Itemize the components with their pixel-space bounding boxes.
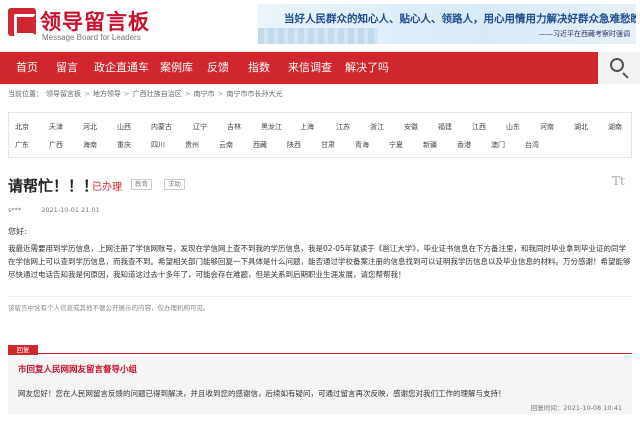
region-list: 北京 天津 河北 山西 内蒙古 辽宁 吉林 黑龙江 上海 江苏 浙江 安徽 福建…	[8, 112, 632, 158]
region-link[interactable]: 上海	[300, 122, 314, 132]
region-link[interactable]: 贵州	[185, 140, 199, 150]
region-link[interactable]: 台湾	[525, 140, 539, 150]
author-name: s***	[8, 206, 22, 214]
banner-quote: 当好人民群众的知心人、贴心人、领路人，用心用情用力解决好群众急难愁盼问题。	[284, 13, 636, 25]
region-link[interactable]: 西藏	[253, 140, 267, 150]
status-badge: 已办理	[92, 182, 122, 193]
search-button[interactable]	[598, 52, 640, 84]
breadcrumb-item-province[interactable]: 广西壮族自治区	[133, 90, 182, 98]
reply-time: 回复时间：2021-10-08 10:41	[530, 404, 622, 412]
reply-tab: 回复	[8, 345, 38, 355]
reply-text: 网友您好！您在人民网留言反馈的问题已得到解决，并且收到您的感谢信，后续如有疑问，…	[18, 389, 506, 398]
breadcrumb-separator: >	[217, 90, 224, 98]
breadcrumb: 当前位置： 领导留言板 > 地方领导 > 广西壮族自治区 > 南宁市 > 南宁市市长孙大光	[8, 89, 286, 99]
nav-item-resolved[interactable]: 解决了吗	[345, 52, 389, 84]
region-link[interactable]: 内蒙古	[151, 122, 172, 132]
nav-item-feedback[interactable]: 反馈	[207, 52, 229, 84]
breadcrumb-label: 当前位置：	[8, 90, 43, 98]
region-link[interactable]: 湖北	[574, 122, 588, 132]
region-link[interactable]: 浙江	[370, 122, 384, 132]
region-link[interactable]: 北京	[15, 122, 29, 132]
region-link[interactable]: 云南	[219, 140, 233, 150]
region-link[interactable]: 甘肃	[321, 140, 335, 150]
main-nav: 首页 留言 政企直通车 案例库 反馈 指数 来信调查 解决了吗	[0, 52, 640, 84]
breadcrumb-item-leader[interactable]: 南宁市市长孙大光	[227, 90, 283, 98]
banner-author: ——习近平在西藏考察时强调	[539, 30, 630, 38]
region-link[interactable]: 重庆	[117, 140, 131, 150]
nav-item-index[interactable]: 指数	[248, 52, 270, 84]
reply-organization: 市回复人民网网友留言督导小组	[18, 365, 138, 375]
region-link[interactable]: 广东	[15, 140, 29, 150]
logo-title[interactable]: 领导留言板	[40, 6, 150, 36]
breadcrumb-separator: >	[84, 90, 90, 98]
breadcrumb-item-city[interactable]: 南宁市	[194, 90, 215, 98]
nav-item-message[interactable]: 留言	[56, 52, 78, 84]
post-time: 2021-10-01 21:01	[41, 206, 100, 214]
nav-item-enterprise[interactable]: 政企直通车	[94, 52, 149, 84]
region-link[interactable]: 海南	[83, 140, 97, 150]
region-link[interactable]: 辽宁	[193, 122, 207, 132]
breadcrumb-separator: >	[184, 90, 191, 98]
breadcrumb-separator: >	[123, 90, 130, 98]
logo-subtitle: Message Board for Leaders	[42, 33, 141, 42]
region-link[interactable]: 四川	[151, 140, 165, 150]
reply-box: 市回复人民网网友留言督导小组 网友您好！您在人民网留言反馈的问题已得到解决，并且…	[8, 356, 632, 414]
region-link[interactable]: 福建	[438, 122, 452, 132]
region-link[interactable]: 澳门	[491, 140, 505, 150]
message-meta: s*** 2021-10-01 21:01	[8, 206, 100, 214]
tag-help[interactable]: 求助	[164, 179, 185, 190]
logo-icon[interactable]	[8, 8, 36, 36]
font-size-icon[interactable]: Tt	[612, 174, 625, 188]
divider	[8, 296, 632, 297]
region-link[interactable]: 青海	[355, 140, 369, 150]
greeting: 您好:	[8, 227, 27, 236]
region-link[interactable]: 江苏	[336, 122, 350, 132]
region-link[interactable]: 新疆	[423, 140, 437, 150]
region-link[interactable]: 广西	[49, 140, 63, 150]
region-link[interactable]: 湖南	[608, 122, 622, 132]
nav-item-home[interactable]: 首页	[16, 52, 38, 84]
region-link[interactable]: 陕西	[287, 140, 301, 150]
message-title: 请帮忙！！！	[8, 177, 99, 195]
region-link[interactable]: 江西	[472, 122, 486, 132]
region-link[interactable]: 安徽	[404, 122, 418, 132]
region-link[interactable]: 香港	[457, 140, 471, 150]
privacy-notice: 该留言中含有个人信息或其他不便公开展示的内容，仅办理机构可见。	[8, 304, 210, 312]
nav-item-survey[interactable]: 来信调查	[288, 52, 332, 84]
message-body: 我最近需要用到学历信息，上网注册了学信网账号，发现在学信网上查不到我的学历信息，…	[8, 244, 631, 279]
search-icon	[610, 58, 624, 72]
tag-education[interactable]: 教育	[131, 179, 152, 190]
region-link[interactable]: 吉林	[227, 122, 241, 132]
region-link[interactable]: 黑龙江	[261, 122, 282, 132]
breadcrumb-item-home[interactable]: 领导留言板	[46, 90, 81, 98]
region-link[interactable]: 天津	[49, 122, 63, 132]
header-banner: 当好人民群众的知心人、贴心人、领路人，用心用情用力解决好群众急难愁盼问题。 ——…	[258, 4, 636, 44]
region-link[interactable]: 山东	[506, 122, 520, 132]
region-link[interactable]: 山西	[117, 122, 131, 132]
site-header: 领导留言板 Message Board for Leaders 当好人民群众的知…	[0, 0, 640, 52]
breadcrumb-item-local[interactable]: 地方领导	[93, 90, 121, 98]
nav-item-cases[interactable]: 案例库	[160, 52, 193, 84]
region-link[interactable]: 河南	[540, 122, 554, 132]
skyline-decoration	[258, 28, 378, 44]
region-link[interactable]: 宁夏	[389, 140, 403, 150]
region-link[interactable]: 河北	[83, 122, 97, 132]
reply-divider	[8, 353, 632, 354]
